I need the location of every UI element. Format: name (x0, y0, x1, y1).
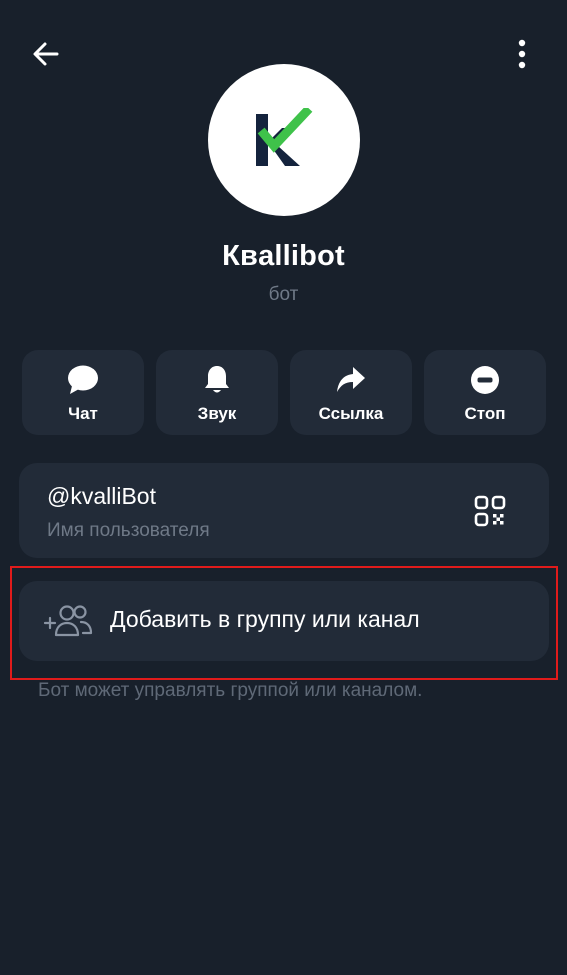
link-button[interactable]: Ссылка (290, 350, 412, 435)
add-people-icon (43, 605, 93, 637)
kvalli-logo (256, 108, 313, 166)
bell-icon (205, 366, 229, 393)
sound-button-label: Звук (197, 404, 237, 423)
stop-minus-icon (471, 366, 499, 394)
sound-button[interactable]: Звук (156, 350, 278, 435)
profile-subtitle: бот (268, 284, 299, 305)
bot-hint-text: Бот может управлять группой или каналом. (38, 680, 423, 701)
add-to-group-label: Добавить в группу или канал (110, 606, 420, 632)
share-arrow-icon (337, 367, 365, 392)
stop-button[interactable]: Стоп (424, 350, 546, 435)
stop-button-label: Стоп (464, 404, 506, 423)
chat-button-label: Чат (68, 404, 98, 423)
arrow-left-icon (33, 42, 59, 66)
chat-bubble-icon (68, 365, 98, 394)
profile-name: Квallibot (222, 240, 345, 272)
qr-code-icon (474, 495, 506, 527)
more-vertical-icon (518, 39, 526, 69)
add-to-group-button[interactable]: Добавить в группу или канал (19, 581, 549, 661)
avatar[interactable] (208, 64, 360, 216)
back-button[interactable] (22, 30, 70, 78)
username-card[interactable]: @kvalliBot Имя пользователя (19, 463, 549, 558)
more-options-button[interactable] (498, 30, 546, 78)
username-text: @kvalliBot (47, 483, 156, 509)
chat-button[interactable]: Чат (22, 350, 144, 435)
link-button-label: Ссылка (318, 404, 384, 423)
qr-code-button[interactable] (474, 495, 506, 527)
username-caption: Имя пользователя (47, 520, 210, 541)
